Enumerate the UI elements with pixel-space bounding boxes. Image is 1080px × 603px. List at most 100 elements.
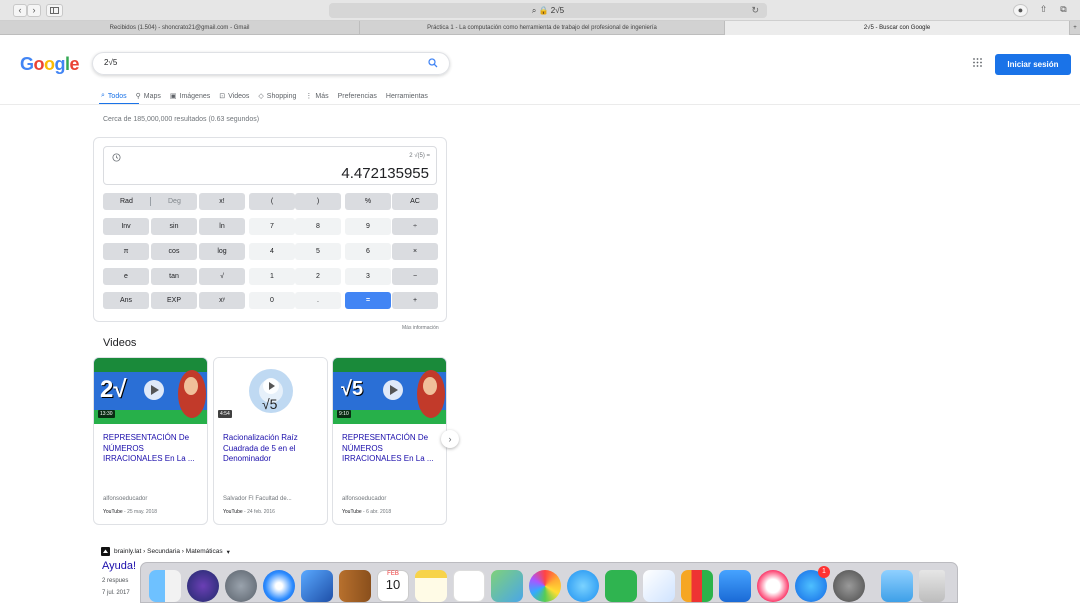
mail-icon[interactable] — [301, 570, 333, 602]
video-source: YouTube - 6 abr. 2018 — [342, 509, 392, 515]
key-tan[interactable]: tan — [151, 268, 197, 285]
video-title[interactable]: Racionalización Raíz Cuadrada de 5 en el… — [223, 433, 323, 465]
key-7[interactable]: 7 — [249, 218, 295, 235]
tab-images[interactable]: ▣ Imágenes — [170, 90, 210, 102]
video-title[interactable]: REPRESENTACIÓN De NÚMEROS IRRACIONALES E… — [342, 433, 442, 465]
tab-all[interactable]: ⌕ Todos — [101, 90, 127, 102]
carousel-next-button[interactable]: › — [441, 430, 459, 448]
back-button[interactable]: ‹ — [13, 4, 27, 17]
video-card[interactable]: √5 9:10 REPRESENTACIÓN De NÚMEROS IRRACI… — [332, 357, 447, 525]
key-8[interactable]: 8 — [295, 218, 341, 235]
tab-practica[interactable]: Práctica 1 - La computación como herrami… — [360, 21, 725, 35]
reload-icon[interactable]: ↻ — [751, 3, 759, 18]
downloads-folder-icon[interactable] — [881, 570, 913, 602]
key-log[interactable]: log — [199, 243, 245, 260]
facetime-icon[interactable] — [605, 570, 637, 602]
key-1[interactable]: 1 — [249, 268, 295, 285]
key-ans[interactable]: Ans — [103, 292, 149, 309]
key-2[interactable]: 2 — [295, 268, 341, 285]
forward-button[interactable]: › — [27, 4, 41, 17]
rad-deg-toggle[interactable]: Rad Deg — [103, 193, 197, 210]
key-divide[interactable]: ÷ — [392, 218, 438, 235]
key-sqrt[interactable]: √ — [199, 268, 245, 285]
sidebar-toggle-button[interactable] — [46, 4, 63, 17]
keynote-icon[interactable] — [719, 570, 751, 602]
video-title[interactable]: REPRESENTACIÓN De NÚMEROS IRRACIONALES E… — [103, 433, 203, 465]
key-equals[interactable]: = — [345, 292, 391, 309]
deg-option[interactable]: Deg — [168, 193, 181, 210]
tab-maps[interactable]: ⚲ Maps — [136, 90, 161, 102]
itunes-icon[interactable] — [757, 570, 789, 602]
calendar-icon[interactable]: FEB 10 — [377, 570, 409, 602]
tab-more[interactable]: ⋮ Más — [305, 90, 328, 102]
apps-grid-icon[interactable] — [973, 58, 982, 67]
siri-icon[interactable] — [187, 570, 219, 602]
key-power[interactable]: xʸ — [199, 292, 245, 309]
rad-option[interactable]: Rad — [120, 193, 133, 210]
extension-button[interactable]: ● — [1013, 4, 1028, 17]
key-sin[interactable]: sin — [151, 218, 197, 235]
messages-icon[interactable] — [567, 570, 599, 602]
app-store-icon[interactable]: 1 — [795, 566, 830, 602]
key-pi[interactable]: π — [103, 243, 149, 260]
search-icon[interactable] — [427, 57, 439, 69]
key-clear[interactable]: AC — [392, 193, 438, 210]
finder-icon[interactable] — [149, 570, 181, 602]
search-input[interactable]: 2√5 — [104, 58, 117, 67]
pin-icon: ⚲ — [135, 93, 141, 100]
key-multiply[interactable]: × — [392, 243, 438, 260]
result-title[interactable]: Ayuda! — [102, 560, 136, 572]
more-info-link[interactable]: Más información — [402, 325, 439, 331]
search-icon: ⌕ — [531, 6, 539, 15]
video-card[interactable]: 2√ 13:30 REPRESENTACIÓN De NÚMEROS IRRAC… — [93, 357, 208, 525]
key-4[interactable]: 4 — [249, 243, 295, 260]
tab-gmail[interactable]: Recibidos (1.504) - shoncrato21@gmail.co… — [0, 21, 360, 35]
video-card[interactable]: √5 4:54 Racionalización Raíz Cuadrada de… — [213, 357, 328, 525]
result-breadcrumb[interactable]: brainly.lat › Secundaria › Matemáticas ▾ — [101, 547, 230, 556]
notification-badge: 1 — [818, 566, 830, 578]
key-inv[interactable]: Inv — [103, 218, 149, 235]
tab-preferences[interactable]: Preferencias — [338, 90, 377, 102]
key-close-paren[interactable]: ) — [295, 193, 341, 210]
key-plus[interactable]: + — [392, 292, 438, 309]
tabs-overview-icon[interactable]: ⧉ — [1057, 4, 1070, 17]
key-9[interactable]: 9 — [345, 218, 391, 235]
key-e[interactable]: e — [103, 268, 149, 285]
key-percent[interactable]: % — [345, 193, 391, 210]
key-5[interactable]: 5 — [295, 243, 341, 260]
search-box[interactable]: 2√5 — [92, 52, 450, 75]
reminders-icon[interactable] — [453, 570, 485, 602]
google-logo[interactable]: Google — [20, 54, 80, 75]
history-icon[interactable] — [112, 153, 121, 162]
image-icon: ▣ — [169, 93, 177, 100]
tab-google-search[interactable]: 2√5 - Buscar con Google — [725, 21, 1070, 35]
key-open-paren[interactable]: ( — [249, 193, 295, 210]
key-3[interactable]: 3 — [345, 268, 391, 285]
launchpad-icon[interactable] — [225, 570, 257, 602]
maps-icon[interactable] — [491, 570, 523, 602]
chevron-down-icon[interactable]: ▾ — [227, 548, 230, 556]
key-decimal[interactable]: . — [295, 292, 341, 309]
address-bar[interactable]: ⌕ 🔒 2√5 ↻ — [329, 3, 767, 18]
tab-videos[interactable]: ⊡ Videos — [219, 90, 249, 102]
share-icon[interactable]: ⇧ — [1037, 4, 1050, 17]
photos-icon[interactable] — [529, 570, 561, 602]
key-ln[interactable]: ln — [199, 218, 245, 235]
safari-icon[interactable] — [263, 570, 295, 602]
tab-shopping[interactable]: ◇ Shopping — [258, 90, 296, 102]
signin-button[interactable]: Iniciar sesión — [995, 54, 1071, 75]
key-factorial[interactable]: x! — [199, 193, 245, 210]
key-0[interactable]: 0 — [249, 292, 295, 309]
system-preferences-icon[interactable] — [833, 570, 865, 602]
contacts-icon[interactable] — [339, 570, 371, 602]
tab-tools[interactable]: Herramientas — [386, 90, 428, 102]
key-6[interactable]: 6 — [345, 243, 391, 260]
trash-icon[interactable] — [919, 570, 945, 602]
notes-icon[interactable] — [415, 570, 447, 602]
key-exp[interactable]: EXP — [151, 292, 197, 309]
new-tab-button[interactable]: + — [1070, 21, 1080, 35]
numbers-icon[interactable] — [681, 570, 713, 602]
key-cos[interactable]: cos — [151, 243, 197, 260]
textedit-icon[interactable] — [643, 570, 675, 602]
key-minus[interactable]: − — [392, 268, 438, 285]
